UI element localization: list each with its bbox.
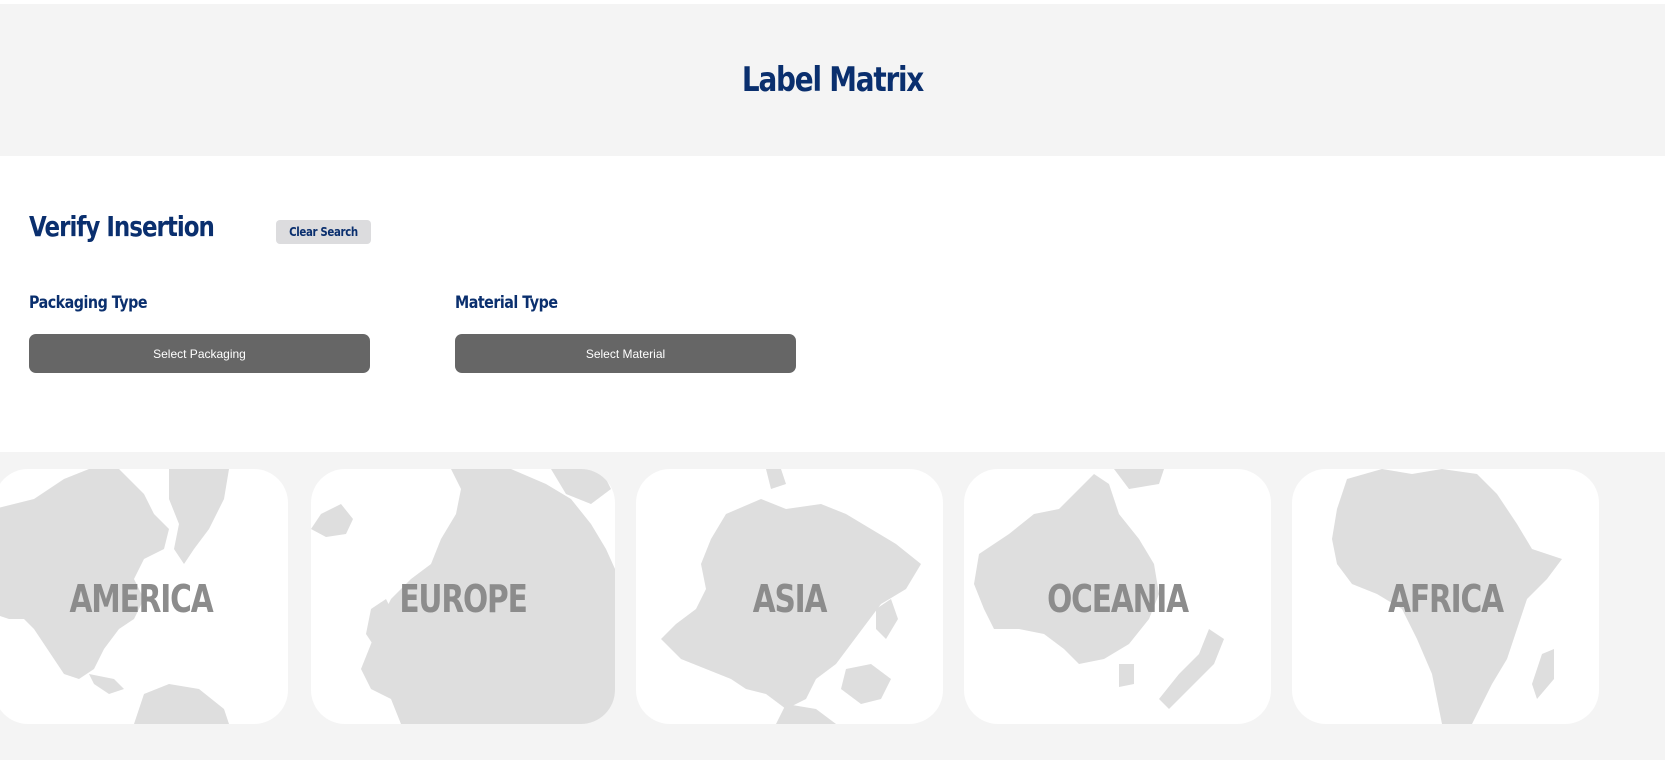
region-label-oceania: OCEANIA bbox=[1047, 577, 1189, 621]
region-card-asia[interactable]: ASIA bbox=[636, 469, 943, 724]
region-card-america[interactable]: AMERICA bbox=[0, 469, 288, 724]
page-header: Label Matrix bbox=[0, 4, 1665, 156]
region-label-europe: EUROPE bbox=[399, 577, 527, 621]
region-label-america: AMERICA bbox=[69, 577, 213, 621]
region-card-oceania[interactable]: OCEANIA bbox=[964, 469, 1271, 724]
page-title: Label Matrix bbox=[741, 60, 924, 100]
region-card-europe[interactable]: EUROPE bbox=[311, 469, 615, 724]
packaging-type-label: Packaging Type bbox=[29, 293, 148, 313]
material-type-label: Material Type bbox=[455, 293, 558, 313]
clear-search-button[interactable]: Clear Search bbox=[276, 220, 371, 244]
clear-search-label: Clear Search bbox=[289, 225, 358, 239]
select-packaging-button[interactable]: Select Packaging bbox=[29, 334, 370, 373]
section-title: Verify Insertion bbox=[29, 210, 215, 243]
region-label-africa: AFRICA bbox=[1388, 577, 1504, 621]
select-material-button[interactable]: Select Material bbox=[455, 334, 796, 373]
region-label-asia: ASIA bbox=[752, 577, 828, 621]
region-card-africa[interactable]: AFRICA bbox=[1292, 469, 1599, 724]
